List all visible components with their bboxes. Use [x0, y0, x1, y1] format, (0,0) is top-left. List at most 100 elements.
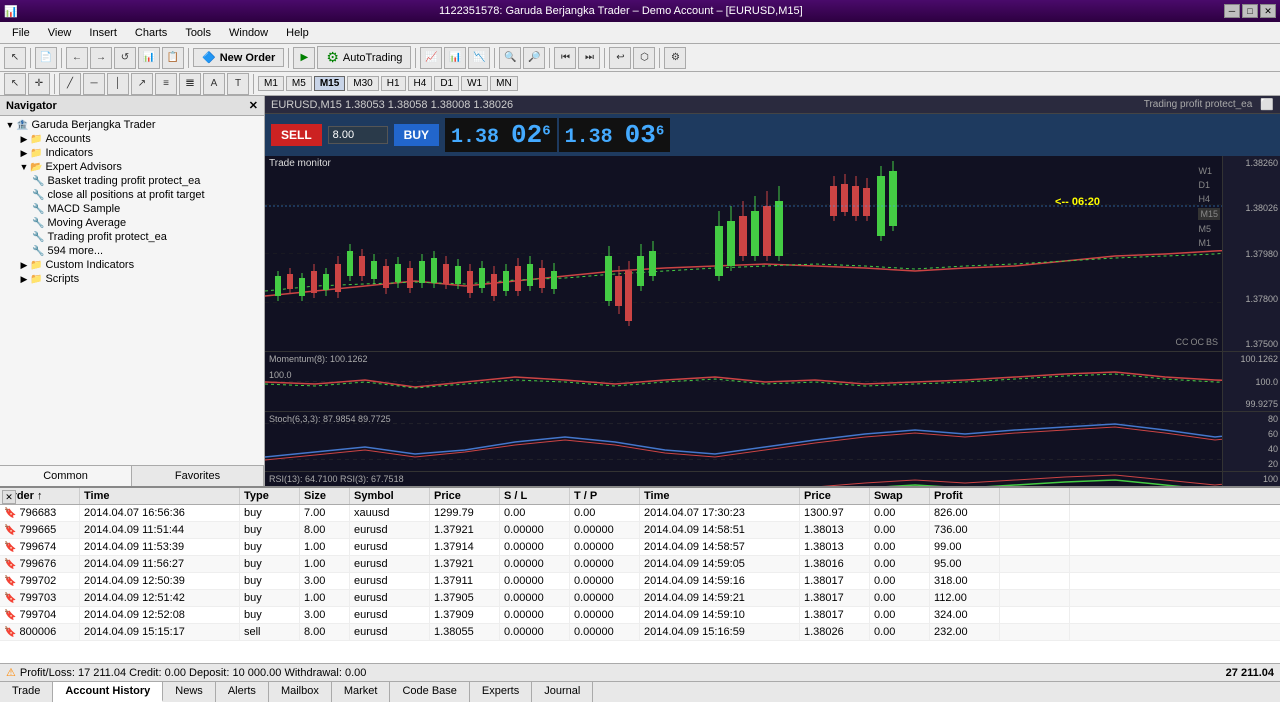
tree-ea-basket[interactable]: 🔧 Basket trading profit protect_ea	[2, 174, 262, 188]
term-tab-account-history[interactable]: Account History	[53, 682, 163, 702]
term-tab-codebase[interactable]: Code Base	[390, 682, 469, 702]
period-m15[interactable]: M15	[314, 76, 345, 91]
chart-maximize[interactable]: ⬜	[1260, 98, 1274, 111]
period-m5[interactable]: M5	[286, 76, 312, 91]
trading-panel: SELL BUY 1.38 026 1.38 036	[265, 114, 1280, 156]
tree-ea-more[interactable]: 🔧 594 more...	[2, 244, 262, 258]
close-button[interactable]: ✕	[1260, 4, 1276, 18]
tree-custom-ind[interactable]: ▶ 📁 Custom Indicators	[2, 258, 262, 272]
draw-label[interactable]: T	[227, 73, 249, 95]
menu-window[interactable]: Window	[221, 25, 276, 41]
toolbar-objects[interactable]: ⬡	[633, 47, 655, 69]
toolbar-chart-type2[interactable]: 📊	[444, 47, 466, 69]
maximize-button[interactable]: □	[1242, 4, 1258, 18]
period-m30[interactable]: M30	[347, 76, 378, 91]
toolbar-indicators[interactable]: 📊	[138, 47, 160, 69]
draw-channels[interactable]: ≡	[155, 73, 177, 95]
tree-indicators[interactable]: ▶ 📁 Indicators	[2, 146, 262, 160]
navigator-close[interactable]: ✕	[249, 99, 258, 112]
draw-crosshair[interactable]: ✛	[28, 73, 50, 95]
menu-view[interactable]: View	[40, 25, 80, 41]
rsi-chart[interactable]: RSI(13): 64.7100 RSI(3): 67.7518 100 70 …	[265, 471, 1280, 486]
new-order-button[interactable]: 🔷 New Order	[193, 48, 284, 67]
tree-ea-folder[interactable]: ▼ 📂 Expert Advisors	[2, 160, 262, 174]
scripts-expand[interactable]: ▶	[18, 273, 30, 285]
momentum-chart[interactable]: Momentum(8): 100.1262 100.0 100.1262 100…	[265, 351, 1280, 411]
table-row[interactable]: 🔖 796683 2014.04.07 16:56:36 buy 7.00 xa…	[0, 505, 1280, 522]
toolbar-scroll-right[interactable]: ⏭	[578, 47, 600, 69]
draw-arrow[interactable]: ↗	[131, 73, 153, 95]
stochastic-chart[interactable]: Stoch(6,3,3): 87.9854 89.7725 80 60 40 2…	[265, 411, 1280, 471]
term-tab-mailbox[interactable]: Mailbox	[269, 682, 332, 702]
table-row[interactable]: 🔖 799702 2014.04.09 12:50:39 buy 3.00 eu…	[0, 573, 1280, 590]
period-h4[interactable]: H4	[408, 76, 433, 91]
buy-button[interactable]: BUY	[394, 124, 439, 146]
chart-area[interactable]: EURUSD,M15 1.38053 1.38058 1.38008 1.380…	[265, 96, 1280, 486]
draw-cursor[interactable]: ↖	[4, 73, 26, 95]
menu-charts[interactable]: Charts	[127, 25, 175, 41]
term-tab-news[interactable]: News	[163, 682, 216, 702]
term-tab-alerts[interactable]: Alerts	[216, 682, 269, 702]
table-row[interactable]: 🔖 799676 2014.04.09 11:56:27 buy 1.00 eu…	[0, 556, 1280, 573]
table-row[interactable]: 🔖 799665 2014.04.09 11:51:44 buy 8.00 eu…	[0, 522, 1280, 539]
period-m1[interactable]: M1	[258, 76, 284, 91]
terminal-close-button[interactable]: ✕	[2, 490, 16, 504]
table-row[interactable]: 🔖 799674 2014.04.09 11:53:39 buy 1.00 eu…	[0, 539, 1280, 556]
table-row[interactable]: 🔖 799704 2014.04.09 12:52:08 buy 3.00 eu…	[0, 607, 1280, 624]
tree-ea-macd[interactable]: 🔧 MACD Sample	[2, 202, 262, 216]
menu-insert[interactable]: Insert	[81, 25, 125, 41]
indicators-expand[interactable]: ▶	[18, 147, 30, 159]
title-text: 1122351578: Garuda Berjangka Trader – De…	[439, 5, 803, 17]
toolbar-undo[interactable]: ↩	[609, 47, 631, 69]
menu-help[interactable]: Help	[278, 25, 317, 41]
toolbar-settings[interactable]: ⚙	[664, 47, 686, 69]
toolbar-back[interactable]: ←	[66, 47, 88, 69]
draw-text[interactable]: A	[203, 73, 225, 95]
toolbar-new-chart[interactable]: 📄	[35, 47, 57, 69]
drawing-toolbar: ↖ ✛ ╱ ─ │ ↗ ≡ 𝌆 A T M1 M5 M15 M30 H1 H4 …	[0, 72, 1280, 96]
main-chart[interactable]: Trade monitor <-- 06:20 1.38260 1.38026 …	[265, 156, 1280, 351]
period-h1[interactable]: H1	[381, 76, 406, 91]
toolbar-chart-type1[interactable]: 📈	[420, 47, 442, 69]
table-row[interactable]: 🔖 800006 2014.04.09 15:15:17 sell 8.00 e…	[0, 624, 1280, 641]
draw-fib[interactable]: 𝌆	[179, 73, 201, 95]
ea-expand[interactable]: ▼	[18, 161, 30, 173]
draw-line[interactable]: ╱	[59, 73, 81, 95]
autotrading-button[interactable]: ⚙ AutoTrading	[317, 46, 411, 69]
tree-root[interactable]: ▼ 🏦 Garuda Berjangka Trader	[2, 118, 262, 132]
tree-ea-closeall[interactable]: 🔧 close all positions at profit target	[2, 188, 262, 202]
toolbar-forward[interactable]: →	[90, 47, 112, 69]
period-w1[interactable]: W1	[461, 76, 488, 91]
period-mn[interactable]: MN	[490, 76, 518, 91]
tree-scripts[interactable]: ▶ 📁 Scripts	[2, 272, 262, 286]
lot-size-input[interactable]	[328, 126, 388, 144]
toolbar-autotrade-icon[interactable]: ▶	[293, 47, 315, 69]
toolbar-refresh[interactable]: ↺	[114, 47, 136, 69]
toolbar-zoom-out[interactable]: 🔎	[523, 47, 545, 69]
nav-tab-common[interactable]: Common	[0, 466, 132, 486]
toolbar-zoom-in[interactable]: 🔍	[499, 47, 521, 69]
accounts-expand[interactable]: ▶	[18, 133, 30, 145]
tree-ea-trading[interactable]: 🔧 Trading profit protect_ea	[2, 230, 262, 244]
toolbar-chart-type3[interactable]: 📉	[468, 47, 490, 69]
expand-icon[interactable]: ▼	[4, 119, 16, 131]
menu-file[interactable]: File	[4, 25, 38, 41]
nav-tab-favorites[interactable]: Favorites	[132, 466, 264, 486]
draw-vline[interactable]: │	[107, 73, 129, 95]
period-d1[interactable]: D1	[434, 76, 459, 91]
toolbar-templates[interactable]: 📋	[162, 47, 184, 69]
term-tab-journal[interactable]: Journal	[532, 682, 593, 702]
sell-button[interactable]: SELL	[271, 124, 322, 146]
term-tab-experts[interactable]: Experts	[470, 682, 532, 702]
menu-tools[interactable]: Tools	[177, 25, 219, 41]
toolbar-scroll-left[interactable]: ⏮	[554, 47, 576, 69]
term-tab-trade[interactable]: Trade	[0, 682, 53, 702]
minimize-button[interactable]: ─	[1224, 4, 1240, 18]
tree-ea-ma[interactable]: 🔧 Moving Average	[2, 216, 262, 230]
term-tab-market[interactable]: Market	[332, 682, 391, 702]
toolbar-arrow[interactable]: ↖	[4, 47, 26, 69]
custom-ind-expand[interactable]: ▶	[18, 259, 30, 271]
tree-accounts[interactable]: ▶ 📁 Accounts	[2, 132, 262, 146]
draw-hline[interactable]: ─	[83, 73, 105, 95]
table-row[interactable]: 🔖 799703 2014.04.09 12:51:42 buy 1.00 eu…	[0, 590, 1280, 607]
